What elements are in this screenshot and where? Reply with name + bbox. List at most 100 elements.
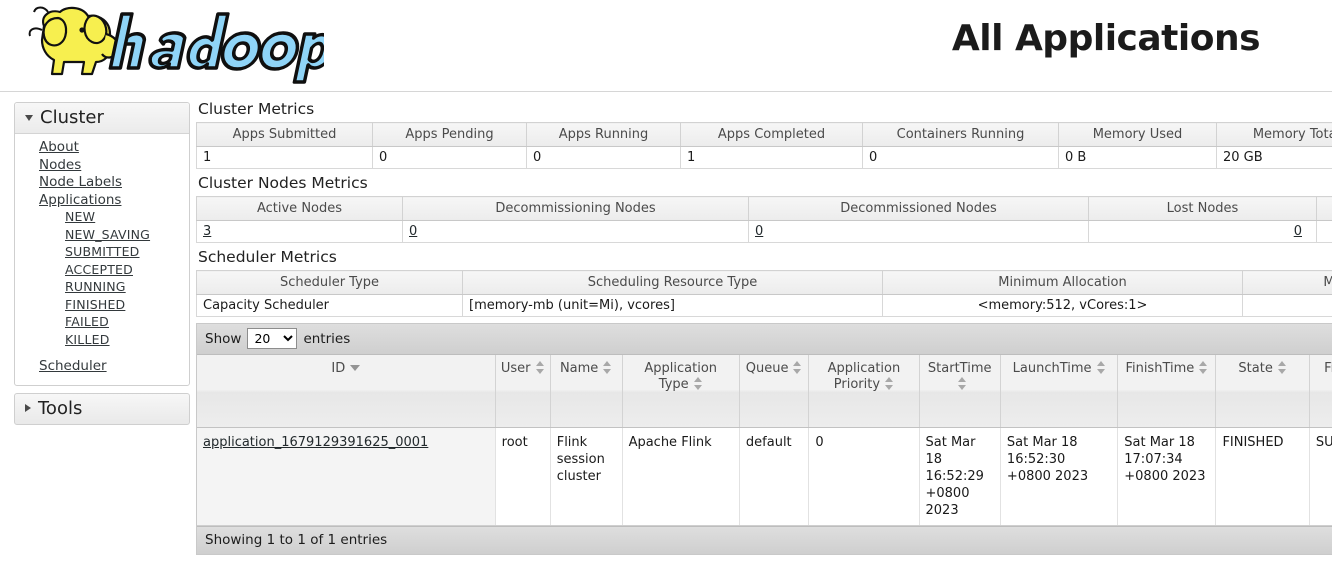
val-decommissioned-nodes[interactable]: 0 — [748, 220, 1089, 243]
sidebar-item-applications[interactable]: Applications — [15, 192, 189, 210]
val-minimum-allocation: <memory:512, vCores:1> — [882, 294, 1243, 317]
sidebar-link-new[interactable]: NEW — [65, 209, 95, 224]
col-maximum-allocation[interactable]: Maximum Allocation — [1242, 270, 1332, 295]
cell-finish-time: Sat Mar 18 17:07:34 +0800 2023 — [1117, 427, 1217, 526]
col-start-time[interactable]: StartTime — [919, 355, 1001, 428]
table-row: application_1679129391625_0001 root Flin… — [197, 427, 1332, 526]
val-memory-total: 20 GB — [1216, 146, 1332, 169]
col-id[interactable]: ID — [197, 355, 496, 428]
sidebar-item-finished[interactable]: FINISHED — [15, 297, 189, 315]
col-containers-running[interactable]: Containers Running — [862, 122, 1059, 147]
decommissioning-nodes-link[interactable]: 0 — [409, 224, 417, 239]
sidebar-item-scheduler[interactable]: Scheduler — [15, 358, 189, 376]
col-final-status[interactable]: FinalStatus — [1309, 355, 1332, 428]
val-nodes-overflow[interactable]: 0 — [1316, 220, 1332, 243]
applications-footer: Showing 1 to 1 of 1 entries — [197, 525, 1332, 554]
col-lost-nodes[interactable]: Lost Nodes — [1088, 196, 1317, 221]
sidebar-cluster-list: About Nodes Node Labels Applications NEW… — [15, 134, 189, 385]
lost-nodes-link[interactable]: 0 — [1294, 224, 1302, 239]
sort-icon[interactable] — [885, 377, 894, 390]
page-size-select[interactable]: 20 50 100 — [247, 328, 298, 349]
col-active-nodes[interactable]: Active Nodes — [196, 196, 403, 221]
sidebar-tools-header[interactable]: Tools — [15, 394, 189, 424]
cluster-metrics-table: Apps Submitted Apps Pending Apps Running… — [196, 122, 1332, 169]
val-lost-nodes[interactable]: 0 — [1088, 220, 1317, 243]
sidebar-item-accepted[interactable]: ACCEPTED — [15, 262, 189, 280]
sidebar-link-failed[interactable]: FAILED — [65, 314, 109, 329]
sort-icon[interactable] — [793, 361, 802, 374]
sidebar-link-new-saving[interactable]: NEW_SAVING — [65, 227, 150, 242]
hadoop-logo[interactable] — [14, 4, 335, 84]
decommissioned-nodes-link[interactable]: 0 — [755, 224, 763, 239]
col-nodes-overflow — [1316, 196, 1332, 221]
col-memory-total[interactable]: Memory Total — [1216, 122, 1332, 147]
col-apps-running[interactable]: Apps Running — [526, 122, 681, 147]
scheduler-metrics-title: Scheduler Metrics — [198, 248, 337, 266]
col-user-label: User — [500, 361, 531, 376]
col-scheduling-resource-type[interactable]: Scheduling Resource Type — [462, 270, 883, 295]
sidebar-link-about[interactable]: About — [39, 139, 79, 155]
sort-icon[interactable] — [603, 361, 612, 374]
col-finish-time[interactable]: FinishTime — [1117, 355, 1217, 428]
sort-icon[interactable] — [957, 377, 967, 390]
sidebar-cluster-header[interactable]: Cluster — [15, 103, 189, 134]
sidebar-link-submitted[interactable]: SUBMITTED — [65, 244, 140, 259]
col-apps-submitted[interactable]: Apps Submitted — [196, 122, 373, 147]
col-application-type[interactable]: Application Type — [622, 355, 740, 428]
col-state[interactable]: State — [1215, 355, 1310, 428]
col-name[interactable]: Name — [550, 355, 623, 428]
sidebar-link-scheduler[interactable]: Scheduler — [39, 358, 107, 374]
col-apps-pending[interactable]: Apps Pending — [372, 122, 527, 147]
sidebar-link-running[interactable]: RUNNING — [65, 279, 126, 294]
sidebar-link-killed[interactable]: KILLED — [65, 332, 110, 347]
sidebar-item-new-saving[interactable]: NEW_SAVING — [15, 227, 189, 245]
val-decommissioning-nodes[interactable]: 0 — [402, 220, 749, 243]
col-decommissioning-nodes[interactable]: Decommissioning Nodes — [402, 196, 749, 221]
applications-toolbar: Show 20 50 100 entries — [197, 323, 1332, 355]
col-decommissioned-nodes[interactable]: Decommissioned Nodes — [748, 196, 1089, 221]
sidebar: Cluster About Nodes Node Labels Applicat… — [0, 92, 190, 425]
sidebar-item-submitted[interactable]: SUBMITTED — [15, 244, 189, 262]
col-user[interactable]: User — [495, 355, 551, 428]
applications-table: ID User Name Application Type Queue Appl… — [197, 355, 1332, 526]
sidebar-item-running[interactable]: RUNNING — [15, 279, 189, 297]
col-scheduler-type[interactable]: Scheduler Type — [196, 270, 463, 295]
sort-icon[interactable] — [1277, 361, 1287, 374]
val-active-nodes[interactable]: 3 — [196, 220, 403, 243]
sort-icon[interactable] — [535, 361, 545, 374]
chevron-down-icon — [25, 114, 33, 121]
sidebar-item-node-labels[interactable]: Node Labels — [15, 174, 189, 192]
main-content: Cluster Metrics Apps Submitted Apps Pend… — [190, 92, 1332, 555]
col-application-type-label: Application Type — [644, 361, 718, 392]
col-apps-completed[interactable]: Apps Completed — [680, 122, 863, 147]
sidebar-cluster-block: Cluster About Nodes Node Labels Applicat… — [14, 102, 190, 386]
sidebar-link-nodes[interactable]: Nodes — [39, 157, 81, 173]
sidebar-item-killed[interactable]: KILLED — [15, 332, 189, 350]
sidebar-tools-block[interactable]: Tools — [14, 392, 190, 425]
sidebar-item-new[interactable]: NEW — [15, 209, 189, 227]
col-application-priority[interactable]: Application Priority — [808, 355, 920, 428]
sidebar-item-nodes[interactable]: Nodes — [15, 157, 189, 175]
col-queue[interactable]: Queue — [739, 355, 810, 428]
col-launch-time[interactable]: LaunchTime — [1000, 355, 1119, 428]
col-memory-used[interactable]: Memory Used — [1058, 122, 1217, 147]
cell-queue: default — [739, 427, 810, 526]
sort-desc-icon[interactable] — [350, 365, 361, 371]
col-launch-time-label: LaunchTime — [1012, 361, 1092, 376]
sidebar-link-accepted[interactable]: ACCEPTED — [65, 262, 133, 277]
sidebar-link-applications[interactable]: Applications — [39, 192, 121, 208]
application-id-link[interactable]: application_1679129391625_0001 — [203, 435, 428, 450]
sidebar-item-failed[interactable]: FAILED — [15, 314, 189, 332]
sort-icon[interactable] — [1199, 361, 1208, 374]
cell-launch-time: Sat Mar 18 16:52:30 +0800 2023 — [1000, 427, 1119, 526]
sort-icon[interactable] — [693, 377, 703, 390]
active-nodes-link[interactable]: 3 — [203, 224, 211, 239]
sort-icon[interactable] — [1096, 361, 1106, 374]
sidebar-link-node-labels[interactable]: Node Labels — [39, 174, 122, 190]
cell-id[interactable]: application_1679129391625_0001 — [197, 427, 496, 526]
table-header-row: Scheduler Type Scheduling Resource Type … — [196, 270, 1332, 295]
sidebar-item-about[interactable]: About — [15, 139, 189, 157]
cell-name: Flink session cluster — [550, 427, 623, 526]
col-minimum-allocation[interactable]: Minimum Allocation — [882, 270, 1243, 295]
sidebar-link-finished[interactable]: FINISHED — [65, 297, 125, 312]
